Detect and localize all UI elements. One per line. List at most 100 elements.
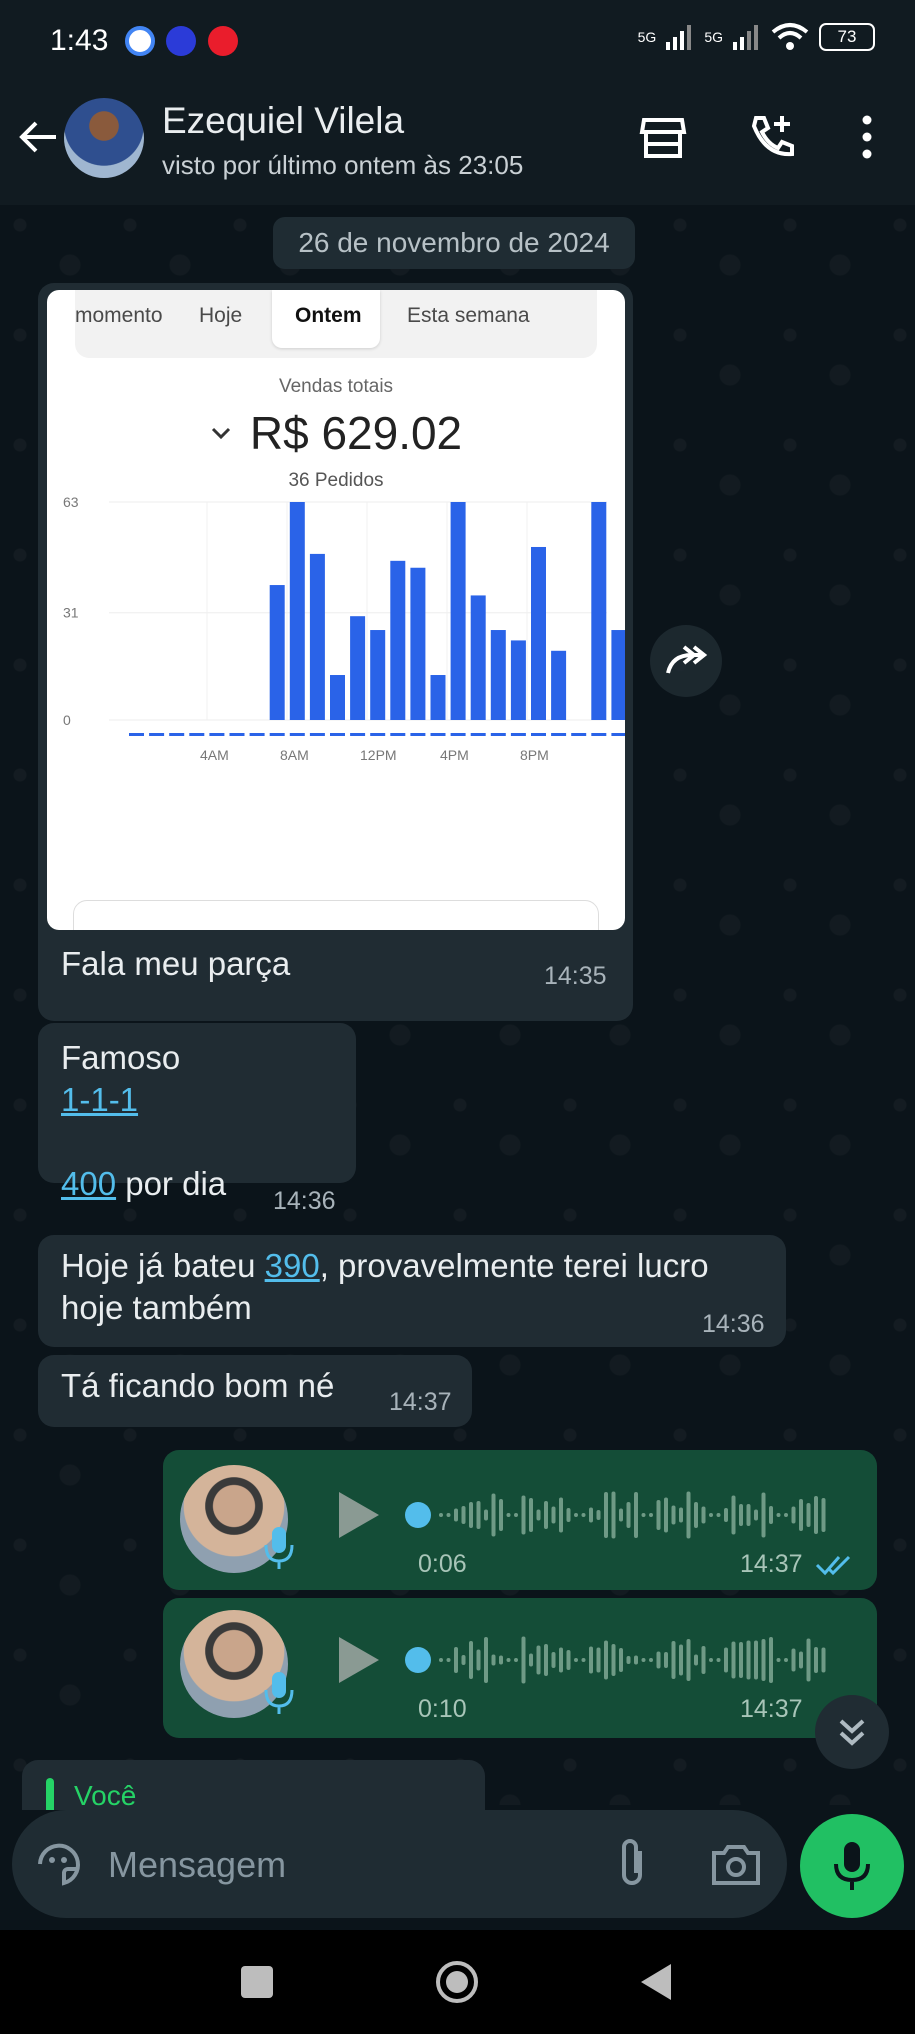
wave-bar (731, 1641, 736, 1679)
baseline-dash (350, 733, 366, 736)
contact-name[interactable]: Ezequiel Vilela (162, 100, 404, 142)
bar (390, 560, 406, 720)
wave-bar (626, 1502, 631, 1528)
wave-bar (589, 1507, 593, 1523)
chat-header: Ezequiel Vilela visto por último ontem à… (0, 80, 915, 205)
wave-bar (739, 1504, 743, 1526)
wave-bar (559, 1647, 563, 1673)
wave-bar (484, 1509, 488, 1521)
playhead[interactable] (405, 1647, 431, 1673)
wave-bar (514, 1513, 518, 1517)
quote-author: Você (74, 1780, 137, 1810)
wave-bar (761, 1639, 766, 1681)
tab-ontem: Ontem (295, 304, 362, 327)
clock: 1:43 (50, 24, 109, 57)
wave-bar (551, 1652, 556, 1668)
baseline-dash (330, 733, 345, 736)
status-right: 5G 5G 73 (638, 22, 875, 52)
message-time: 14:37 (389, 1388, 452, 1416)
quote-bar (46, 1778, 54, 1810)
wave-bar (709, 1513, 713, 1517)
wave-bar (739, 1642, 743, 1678)
bar (510, 640, 526, 720)
wave-bar (581, 1513, 586, 1517)
back-button[interactable] (639, 1962, 673, 2002)
back-arrow-icon[interactable] (16, 115, 60, 159)
bar (551, 650, 567, 720)
audio-waveform[interactable] (405, 1485, 835, 1545)
baseline-dash (410, 733, 426, 736)
wave-bar (679, 1644, 683, 1676)
baseline-dash (510, 733, 526, 736)
wave-bar (611, 1644, 616, 1676)
wave-bar (566, 1650, 571, 1670)
wave-bar (649, 1513, 653, 1517)
wave-bar (671, 1505, 676, 1525)
wave-bar (716, 1658, 721, 1662)
google-icon (125, 26, 155, 56)
wave-bar (746, 1640, 751, 1680)
contact-last-seen: visto por último ontem às 23:05 (162, 150, 524, 180)
home-button[interactable] (434, 1959, 480, 2005)
wave-bar (769, 1506, 773, 1524)
wave-bar (769, 1637, 773, 1683)
message-time: 14:36 (273, 1187, 336, 1215)
wave-bar (686, 1639, 691, 1681)
chat-area[interactable]: 26 de novembro de 2024 momento Hoje Onte… (0, 205, 915, 1810)
zero-bar (149, 733, 165, 736)
signal-icon (666, 25, 692, 50)
wave-bar (604, 1492, 608, 1538)
camera-icon[interactable] (710, 1841, 762, 1887)
audio-waveform[interactable] (405, 1630, 835, 1690)
mic-icon (264, 1672, 294, 1714)
wave-bar (641, 1658, 646, 1662)
wave-bar (581, 1658, 586, 1662)
message-composer[interactable]: Mensagem (12, 1810, 787, 1918)
attach-icon[interactable] (610, 1837, 654, 1891)
sales-screenshot-image[interactable]: momento Hoje Ontem Esta semana Vendas to… (47, 290, 625, 930)
wave-bar (716, 1513, 721, 1517)
baseline-dash (289, 733, 305, 736)
wave-bar (589, 1646, 593, 1674)
more-options-icon[interactable] (840, 110, 894, 164)
quoted-message-preview[interactable]: Você (22, 1760, 485, 1810)
message-link[interactable]: 1-1-1 (61, 1081, 138, 1118)
wave-bar (574, 1658, 578, 1662)
scroll-to-bottom-button[interactable] (815, 1695, 889, 1769)
message-link[interactable]: 400 (61, 1165, 116, 1202)
x-tick-label: 8PM (520, 747, 549, 763)
sticker-icon[interactable] (34, 1839, 84, 1889)
message-input[interactable]: Mensagem (108, 1844, 286, 1886)
wave-bar (454, 1508, 458, 1522)
x-tick-label: 4AM (200, 747, 229, 763)
forward-icon[interactable] (650, 625, 722, 697)
wave-bar (506, 1513, 511, 1517)
wave-bar (776, 1658, 781, 1662)
wave-bar (446, 1658, 451, 1662)
message-time: 14:37 (740, 1695, 803, 1723)
wave-bar (484, 1637, 488, 1683)
play-icon[interactable] (333, 1490, 383, 1540)
playhead[interactable] (405, 1502, 431, 1528)
x-tick-label: 12PM (360, 747, 397, 763)
baseline-dash (591, 733, 607, 736)
baseline-dash (551, 733, 567, 736)
play-icon[interactable] (333, 1635, 383, 1685)
wave-bar (784, 1658, 788, 1662)
wave-bar (611, 1491, 616, 1539)
catalog-store-icon[interactable] (636, 110, 690, 164)
recents-button[interactable] (241, 1966, 273, 1998)
message-link[interactable]: 390 (265, 1247, 320, 1284)
add-call-icon[interactable] (746, 110, 800, 164)
chevron-down-icon (211, 427, 230, 440)
voice-record-button[interactable] (800, 1814, 904, 1918)
wave-bar (709, 1658, 713, 1662)
tab-esta-semana: Esta semana (407, 304, 530, 327)
voice-duration: 0:06 (418, 1550, 467, 1578)
contact-avatar[interactable] (64, 98, 144, 178)
wave-bar (604, 1640, 608, 1680)
wave-bar (461, 1655, 466, 1665)
wave-bar (521, 1495, 526, 1535)
bar (350, 616, 366, 720)
wifi-icon (771, 23, 809, 50)
